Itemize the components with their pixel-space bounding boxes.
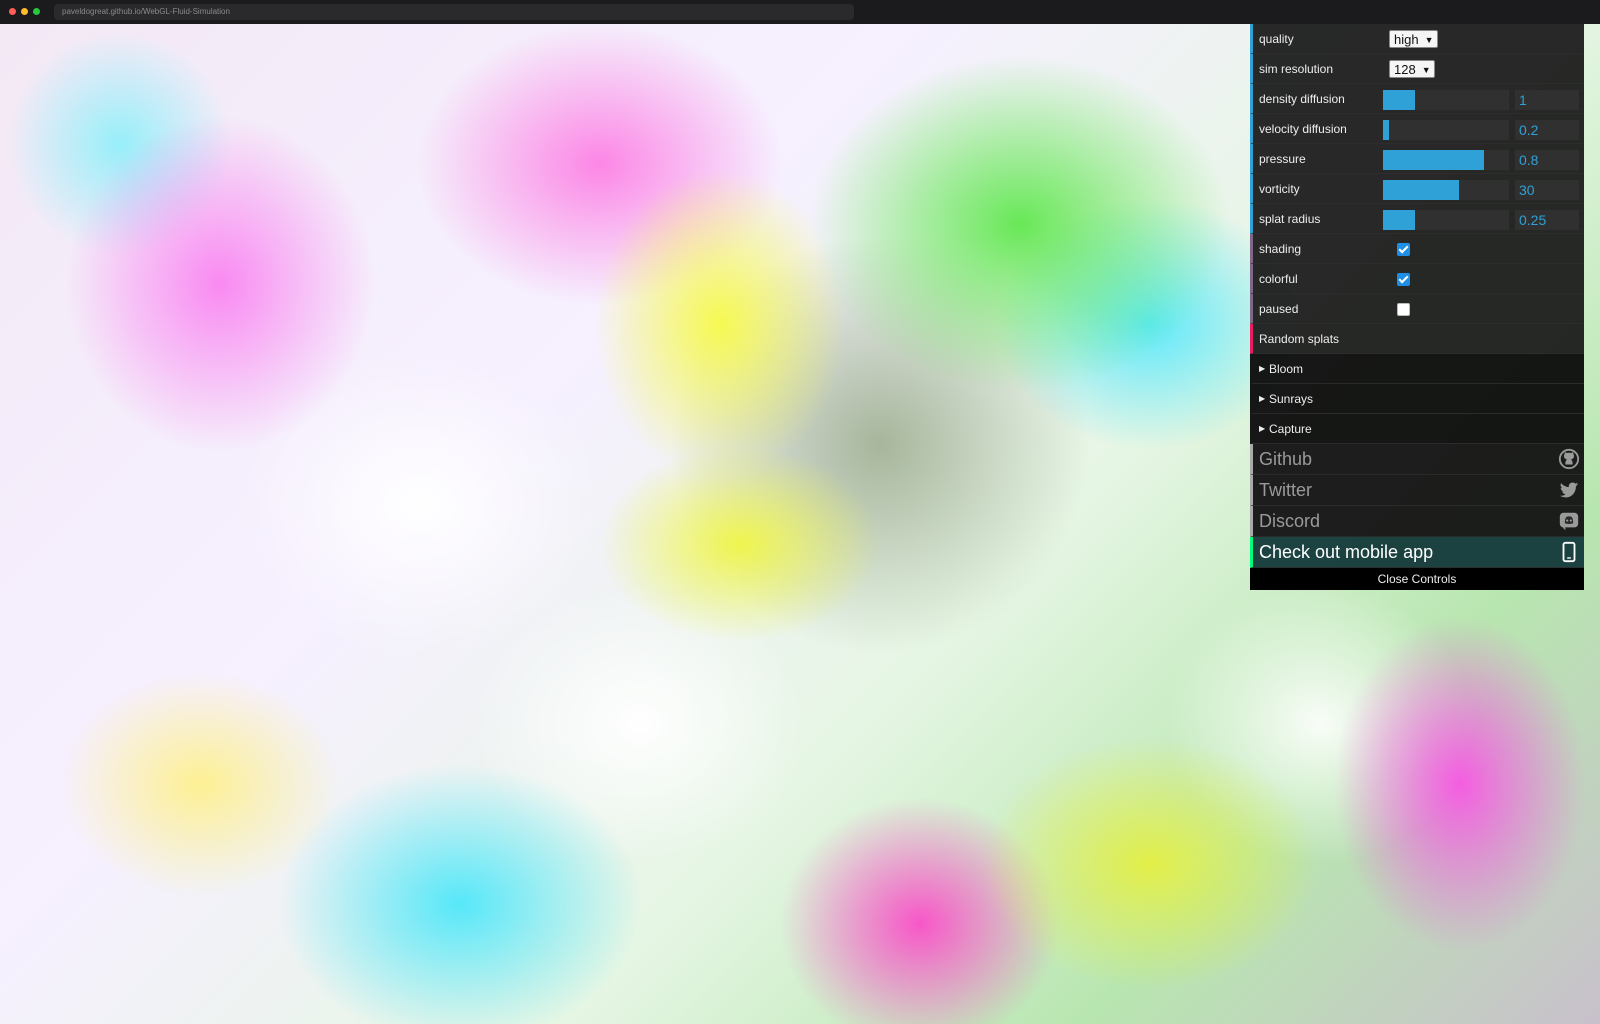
- quality-row: quality high ▼: [1250, 24, 1584, 54]
- quality-select[interactable]: high ▼: [1389, 30, 1438, 48]
- colorful-label: colorful: [1259, 272, 1298, 286]
- velocity-diffusion-slider[interactable]: [1383, 120, 1509, 140]
- slider-fill: [1383, 180, 1459, 200]
- slider-fill: [1383, 150, 1484, 170]
- twitter-label: Twitter: [1259, 480, 1313, 500]
- caret-right-icon: ▶: [1259, 364, 1266, 373]
- phone-icon: [1562, 541, 1576, 563]
- bloom-folder[interactable]: ▶ Bloom: [1250, 354, 1584, 384]
- velocity-diffusion-label: velocity diffusion: [1259, 122, 1347, 136]
- discord-icon: [1559, 512, 1579, 531]
- bloom-folder-label: Bloom: [1269, 362, 1304, 376]
- splat-radius-input[interactable]: 0.25: [1515, 210, 1579, 230]
- quality-select-value: high: [1394, 32, 1419, 47]
- sunrays-folder[interactable]: ▶ Sunrays: [1250, 384, 1584, 414]
- twitter-link[interactable]: Twitter: [1250, 475, 1584, 506]
- splat-radius-row: splat radius 0.25: [1250, 204, 1584, 234]
- sim-resolution-label: sim resolution: [1259, 62, 1334, 76]
- github-icon: [1558, 448, 1580, 470]
- vorticity-input[interactable]: 30: [1515, 180, 1579, 200]
- controls-panel: quality high ▼ sim resolution 128 ▼ dens…: [1250, 24, 1584, 590]
- sim-resolution-select[interactable]: 128 ▼: [1389, 60, 1435, 78]
- pressure-slider[interactable]: [1383, 150, 1509, 170]
- caret-right-icon: ▶: [1259, 394, 1266, 403]
- random-splats-button[interactable]: Random splats: [1250, 324, 1584, 354]
- pressure-row: pressure 0.8: [1250, 144, 1584, 174]
- velocity-diffusion-row: velocity diffusion 0.2: [1250, 114, 1584, 144]
- close-window-button[interactable]: [9, 8, 16, 15]
- colorful-checkbox[interactable]: [1397, 273, 1410, 286]
- chevron-down-icon: ▼: [1421, 65, 1431, 75]
- vorticity-row: vorticity 30: [1250, 174, 1584, 204]
- twitter-icon: [1560, 482, 1579, 498]
- density-diffusion-slider[interactable]: [1383, 90, 1509, 110]
- slider-fill: [1383, 120, 1390, 140]
- minimize-window-button[interactable]: [21, 8, 28, 15]
- slider-fill: [1383, 210, 1415, 230]
- random-splats-label: Random splats: [1259, 332, 1340, 346]
- shading-checkbox[interactable]: [1397, 243, 1410, 256]
- pressure-input[interactable]: 0.8: [1515, 150, 1579, 170]
- vorticity-label: vorticity: [1259, 182, 1300, 196]
- discord-link[interactable]: Discord: [1250, 506, 1584, 537]
- mobile-app-label: Check out mobile app: [1259, 542, 1434, 562]
- shading-label: shading: [1259, 242, 1302, 256]
- github-label: Github: [1259, 449, 1313, 469]
- sim-resolution-row: sim resolution 128 ▼: [1250, 54, 1584, 84]
- browser-toolbar: paveldogreat.github.io/WebGL-Fluid-Simul…: [0, 0, 1600, 24]
- density-diffusion-label: density diffusion: [1259, 92, 1345, 106]
- density-diffusion-row: density diffusion 1: [1250, 84, 1584, 114]
- capture-folder[interactable]: ▶ Capture: [1250, 414, 1584, 444]
- splat-radius-slider[interactable]: [1383, 210, 1509, 230]
- discord-label: Discord: [1259, 511, 1321, 531]
- slider-fill: [1383, 90, 1415, 110]
- pressure-label: pressure: [1259, 152, 1306, 166]
- maximize-window-button[interactable]: [33, 8, 40, 15]
- github-link[interactable]: Github: [1250, 444, 1584, 475]
- chevron-down-icon: ▼: [1424, 35, 1434, 45]
- caret-right-icon: ▶: [1259, 424, 1266, 433]
- shading-row: shading: [1250, 234, 1584, 264]
- sunrays-folder-label: Sunrays: [1269, 392, 1314, 406]
- sim-resolution-select-value: 128: [1394, 62, 1416, 77]
- paused-row: paused: [1250, 294, 1584, 324]
- velocity-diffusion-input[interactable]: 0.2: [1515, 120, 1579, 140]
- mobile-app-link[interactable]: Check out mobile app: [1250, 537, 1584, 568]
- close-controls-button[interactable]: Close Controls: [1250, 568, 1584, 590]
- capture-folder-label: Capture: [1269, 422, 1312, 436]
- density-diffusion-input[interactable]: 1: [1515, 90, 1579, 110]
- colorful-row: colorful: [1250, 264, 1584, 294]
- splat-radius-label: splat radius: [1259, 212, 1321, 226]
- vorticity-slider[interactable]: [1383, 180, 1509, 200]
- quality-label: quality: [1259, 32, 1294, 46]
- paused-checkbox[interactable]: [1397, 303, 1410, 316]
- paused-label: paused: [1259, 302, 1299, 316]
- address-bar[interactable]: paveldogreat.github.io/WebGL-Fluid-Simul…: [54, 4, 854, 20]
